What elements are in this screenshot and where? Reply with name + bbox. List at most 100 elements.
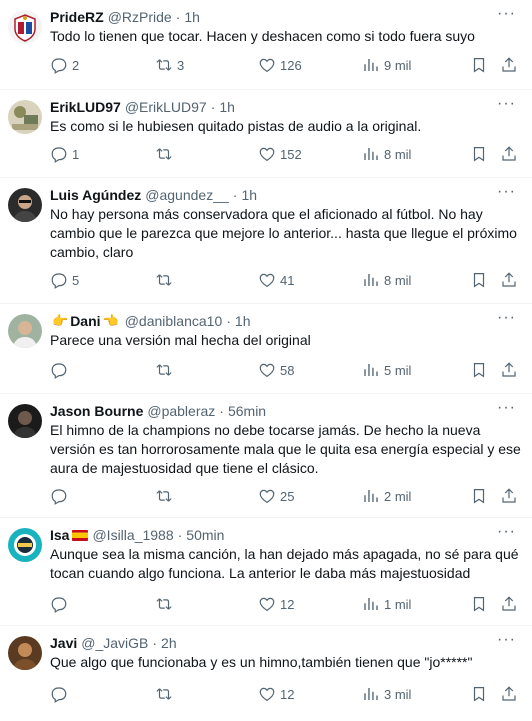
- reply-button[interactable]: [50, 360, 72, 380]
- bookmark-icon: [473, 363, 485, 378]
- share-button[interactable]: [500, 486, 518, 506]
- avatar[interactable]: [8, 188, 42, 222]
- reply-button[interactable]: [50, 594, 72, 614]
- reply-button[interactable]: 2: [50, 55, 79, 75]
- share-button[interactable]: [500, 594, 518, 614]
- user-handle[interactable]: @RzPride: [108, 8, 172, 26]
- display-name[interactable]: ErikLUD97: [50, 98, 121, 116]
- bookmark-button[interactable]: [470, 360, 488, 380]
- action-bar: 58 5 mil: [50, 360, 516, 380]
- display-name[interactable]: Dani: [70, 312, 100, 330]
- user-handle[interactable]: @_JaviGB: [81, 634, 148, 652]
- share-button[interactable]: [500, 684, 518, 704]
- timestamp[interactable]: 1h: [241, 186, 257, 204]
- reply-button[interactable]: [50, 486, 72, 506]
- retweet-button[interactable]: [155, 144, 177, 164]
- avatar[interactable]: [8, 528, 42, 562]
- user-handle[interactable]: @daniblanca10: [125, 312, 223, 330]
- timestamp[interactable]: 1h: [235, 312, 251, 330]
- timestamp[interactable]: 1h: [184, 8, 200, 26]
- retweet-icon: [156, 364, 172, 376]
- tweet[interactable]: Isa @Isilla_1988 · 50min ··· Aunque sea …: [0, 518, 532, 626]
- more-icon[interactable]: ···: [497, 6, 516, 22]
- user-handle[interactable]: @Isilla_1988: [92, 526, 173, 544]
- like-button[interactable]: 41: [258, 270, 294, 290]
- avatar[interactable]: [8, 314, 42, 348]
- avatar[interactable]: [8, 10, 42, 44]
- bookmark-button[interactable]: [470, 486, 488, 506]
- retweet-button[interactable]: 3: [155, 55, 184, 75]
- more-icon[interactable]: ···: [497, 184, 516, 200]
- action-bar: 5 41 8 mil: [50, 270, 516, 290]
- user-handle[interactable]: @agundez__: [145, 186, 229, 204]
- tweet-text: Es como si le hubiesen quitado pistas de…: [50, 118, 422, 134]
- views-button[interactable]: 8 mil: [362, 144, 411, 164]
- tweet-header: 👉 Dani 👈 @daniblanca10 · 1h: [52, 312, 251, 330]
- retweet-button[interactable]: [155, 486, 177, 506]
- more-icon[interactable]: ···: [497, 400, 516, 416]
- reply-icon: [51, 147, 67, 163]
- display-name[interactable]: Javi: [50, 634, 77, 652]
- bookmark-button[interactable]: [470, 55, 488, 75]
- bookmark-button[interactable]: [470, 144, 488, 164]
- tweet[interactable]: 👉 Dani 👈 @daniblanca10 · 1h ··· Parece u…: [0, 304, 532, 394]
- timestamp[interactable]: 50min: [186, 526, 224, 544]
- display-name[interactable]: PrideRZ: [50, 8, 104, 26]
- tweet-text: El himno de la champions no debe tocarse…: [50, 422, 521, 476]
- share-icon: [502, 57, 516, 72]
- tweet[interactable]: PrideRZ @RzPride · 1h ··· Todo lo tienen…: [0, 0, 532, 90]
- reply-button[interactable]: 5: [50, 270, 79, 290]
- tweet[interactable]: Luis Agúndez @agundez__ · 1h ··· No hay …: [0, 178, 532, 304]
- retweet-button[interactable]: [155, 360, 177, 380]
- avatar[interactable]: [8, 404, 42, 438]
- retweet-button[interactable]: [155, 684, 177, 704]
- views-button[interactable]: 5 mil: [362, 360, 411, 380]
- bookmark-button[interactable]: [470, 684, 488, 704]
- views-button[interactable]: 9 mil: [362, 55, 411, 75]
- retweet-button[interactable]: [155, 594, 177, 614]
- display-name[interactable]: Isa: [50, 526, 69, 544]
- like-button[interactable]: 152: [258, 144, 302, 164]
- tweet[interactable]: Jason Bourne @pableraz · 56min ··· El hi…: [0, 394, 532, 518]
- timestamp[interactable]: 2h: [161, 634, 177, 652]
- reply-button[interactable]: [50, 684, 72, 704]
- avatar[interactable]: [8, 100, 42, 134]
- reply-icon: [51, 597, 67, 613]
- tweet[interactable]: ErikLUD97 @ErikLUD97 · 1h ··· Es como si…: [0, 90, 532, 178]
- views-button[interactable]: 3 mil: [362, 684, 411, 704]
- views-button[interactable]: 1 mil: [362, 594, 411, 614]
- share-button[interactable]: [500, 144, 518, 164]
- bookmark-button[interactable]: [470, 594, 488, 614]
- like-button[interactable]: 25: [258, 486, 294, 506]
- more-icon[interactable]: ···: [497, 524, 516, 540]
- like-button[interactable]: 126: [258, 55, 302, 75]
- like-button[interactable]: 12: [258, 684, 294, 704]
- tweet-header: Javi @_JaviGB · 2h: [50, 634, 177, 652]
- display-name[interactable]: Luis Agúndez: [50, 186, 141, 204]
- avatar[interactable]: [8, 636, 42, 670]
- user-handle[interactable]: @ErikLUD97: [125, 98, 207, 116]
- reply-icon: [51, 273, 67, 289]
- heart-icon: [259, 273, 275, 288]
- share-button[interactable]: [500, 270, 518, 290]
- bookmark-icon: [473, 147, 485, 162]
- bookmark-icon: [473, 273, 485, 288]
- retweet-button[interactable]: [155, 270, 177, 290]
- timestamp[interactable]: 56min: [228, 402, 266, 420]
- timestamp[interactable]: 1h: [219, 98, 235, 116]
- views-button[interactable]: 8 mil: [362, 270, 411, 290]
- more-icon[interactable]: ···: [497, 96, 516, 112]
- user-handle[interactable]: @pableraz: [147, 402, 215, 420]
- like-button[interactable]: 58: [258, 360, 294, 380]
- tweet[interactable]: Javi @_JaviGB · 2h ··· Que algo que func…: [0, 626, 532, 721]
- share-button[interactable]: [500, 360, 518, 380]
- display-name[interactable]: Jason Bourne: [50, 402, 143, 420]
- more-icon[interactable]: ···: [497, 632, 516, 648]
- share-button[interactable]: [500, 55, 518, 75]
- views-button[interactable]: 2 mil: [362, 486, 411, 506]
- more-icon[interactable]: ···: [497, 310, 516, 326]
- reply-button[interactable]: 1: [50, 144, 79, 164]
- like-button[interactable]: 12: [258, 594, 294, 614]
- reply-feed: PrideRZ @RzPride · 1h ··· Todo lo tienen…: [0, 0, 532, 721]
- bookmark-button[interactable]: [470, 270, 488, 290]
